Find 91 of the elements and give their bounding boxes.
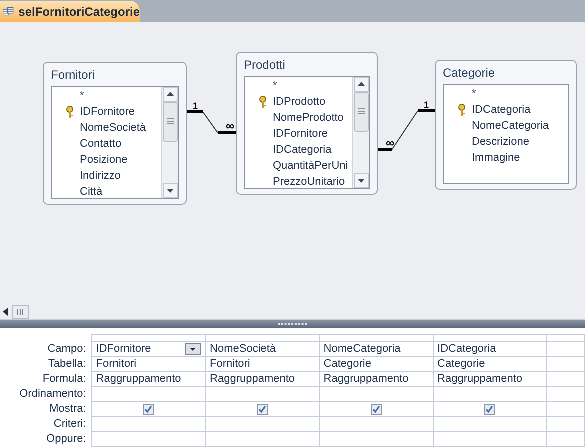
grid-cell[interactable]: [206, 386, 320, 402]
row-label: Mostra:: [50, 403, 86, 415]
field-item[interactable]: *: [257, 78, 278, 94]
grid-cell[interactable]: [433, 432, 547, 446]
table-window[interactable]: Fornitori * IDFornitore NomeSocietà Contatto Posizione Indirizzo Città: [43, 62, 187, 205]
join-line[interactable]: [378, 110, 435, 152]
field-item[interactable]: Indirizzo: [64, 168, 121, 184]
field-item[interactable]: PrezzoUnitario: [257, 174, 346, 188]
grid-cell[interactable]: NomeCategoria: [319, 342, 434, 356]
row-label: Ordinamento:: [20, 388, 86, 400]
grid-cell[interactable]: IDFornitore: [92, 342, 206, 356]
tab-title: selFornitoriCategorie: [18, 4, 140, 20]
grid-cell[interactable]: [433, 386, 547, 402]
scroll-down-icon[interactable]: [162, 183, 178, 198]
scroll-up-icon[interactable]: [354, 77, 368, 92]
field-item[interactable]: IDProdotto: [257, 94, 326, 110]
many-label: ∞: [226, 119, 235, 133]
dropdown-icon[interactable]: [185, 343, 202, 355]
join-line[interactable]: [187, 110, 236, 134]
grid-cell[interactable]: [319, 386, 434, 402]
checkbox[interactable]: [143, 404, 154, 414]
field-item[interactable]: IDFornitore: [257, 126, 328, 142]
grid-cell[interactable]: [546, 372, 584, 386]
field-item[interactable]: Posizione: [64, 152, 128, 168]
table-title: Categorie: [443, 65, 496, 82]
key-icon: [66, 106, 74, 118]
grid-cell[interactable]: Raggruppamento: [433, 372, 547, 386]
grid-cell[interactable]: NomeSocietà: [206, 342, 320, 356]
grid-cell[interactable]: [546, 402, 584, 416]
scroll-up-icon[interactable]: [162, 87, 178, 102]
key-icon: [458, 104, 466, 116]
horizontal-scrollbar[interactable]: [0, 305, 585, 320]
grid-cell[interactable]: [546, 342, 584, 356]
grid-cell[interactable]: Fornitori: [92, 356, 206, 372]
field-item[interactable]: NomeSocietà: [64, 120, 146, 136]
table-window[interactable]: Prodotti * IDProdotto NomeProdotto IDFornitore IDCategoria QuantitàPerUni PrezzoUnitario: [236, 52, 378, 195]
table-title: Fornitori: [51, 67, 96, 84]
field-item[interactable]: Immagine: [456, 150, 520, 166]
grid-cell[interactable]: [206, 416, 320, 432]
grid-cell[interactable]: Raggruppamento: [319, 372, 434, 386]
field-item[interactable]: Descrizione: [456, 134, 530, 150]
grid-cell[interactable]: Raggruppamento: [206, 372, 320, 386]
field-item[interactable]: IDCategoria: [456, 102, 531, 118]
grid-cell[interactable]: [546, 356, 584, 372]
grid-cell[interactable]: IDCategoria: [433, 342, 547, 356]
grid-cell[interactable]: Fornitori: [206, 356, 320, 372]
grid-cell[interactable]: Categorie: [433, 356, 547, 372]
grid-cell[interactable]: [433, 416, 547, 432]
grid-cell[interactable]: [92, 386, 206, 402]
table-title: Prodotti: [244, 57, 286, 74]
query-icon: [3, 5, 14, 18]
checkbox[interactable]: [484, 404, 496, 414]
one-label: 1: [424, 100, 430, 110]
row-label: Campo:: [48, 343, 86, 355]
scroll-thumb[interactable]: [12, 305, 29, 319]
checkbox[interactable]: [256, 404, 268, 414]
field-item[interactable]: NomeCategoria: [456, 118, 550, 134]
field-item[interactable]: *: [64, 88, 84, 104]
scroll-down-icon[interactable]: [354, 173, 368, 188]
field-item[interactable]: *: [456, 86, 476, 102]
grid-cell[interactable]: [546, 432, 584, 446]
many-label: ∞: [386, 136, 395, 150]
document-tab[interactable]: selFornitoriCategorie: [0, 1, 140, 22]
scroll-thumb[interactable]: [354, 92, 368, 132]
key-icon: [259, 96, 267, 108]
grip-icon: [278, 322, 308, 326]
grid-cell[interactable]: [206, 432, 320, 446]
row-label: Tabella:: [48, 358, 86, 370]
field-item[interactable]: Contatto: [64, 136, 122, 152]
grid-cell[interactable]: [92, 416, 206, 432]
row-label: Oppure:: [46, 433, 86, 445]
field-item[interactable]: IDCategoria: [257, 142, 332, 158]
grid-cell[interactable]: [319, 416, 434, 432]
field-item[interactable]: Città: [64, 184, 103, 198]
scroll-thumb[interactable]: [162, 102, 178, 142]
field-item[interactable]: QuantitàPerUni: [257, 158, 348, 174]
vertical-scrollbar[interactable]: [161, 87, 178, 198]
table-window[interactable]: Categorie * IDCategoria NomeCategoria Descrizione Immagine: [435, 60, 577, 190]
field-item[interactable]: NomeProdotto: [257, 110, 344, 126]
grid-cell[interactable]: [92, 432, 206, 446]
one-label: 1: [193, 101, 198, 111]
grid-cell[interactable]: Categorie: [319, 356, 434, 372]
checkbox[interactable]: [370, 404, 382, 414]
grid-cell[interactable]: [319, 432, 434, 446]
grid-cell[interactable]: [546, 416, 584, 432]
row-label: Formula:: [42, 373, 86, 385]
field-item[interactable]: IDFornitore: [64, 104, 136, 120]
grid-cell[interactable]: Raggruppamento: [92, 372, 206, 386]
vertical-scrollbar[interactable]: [352, 77, 369, 188]
row-label: Criteri:: [54, 418, 86, 430]
grid-cell[interactable]: [546, 386, 584, 402]
